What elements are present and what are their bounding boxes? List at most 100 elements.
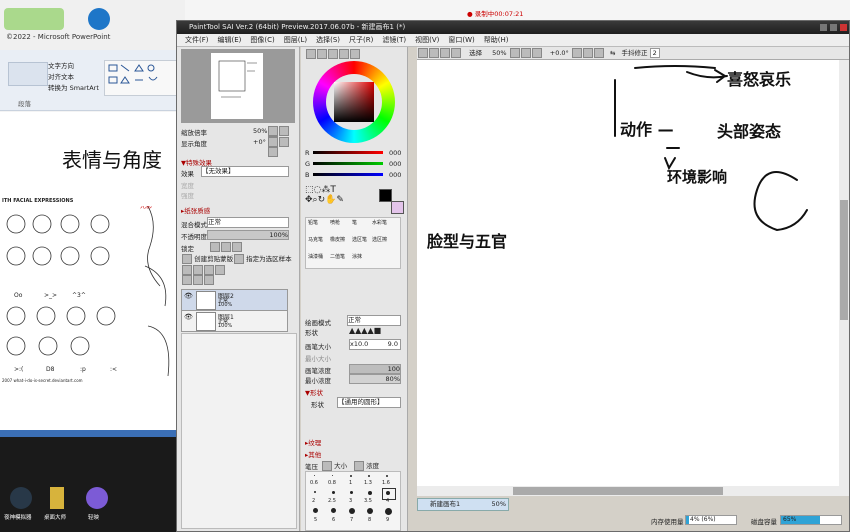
delete-layer-button[interactable] [204, 275, 214, 285]
desktop-icon[interactable] [50, 487, 64, 509]
title-bar[interactable]: PaintTool SAI Ver.2 (64bit) Preview.2017… [177, 21, 849, 34]
size-preset-dot[interactable] [350, 475, 352, 477]
paint-mode-select[interactable]: 正常 [347, 315, 401, 326]
color-wheel-tab[interactable] [306, 49, 316, 59]
shape-type-select[interactable]: 【通用的圆形】 [337, 397, 401, 408]
transfer-down-button[interactable] [215, 265, 225, 275]
toolbar-zoom-out-button[interactable] [509, 48, 520, 58]
shape-section-title[interactable]: ▼形状 [305, 387, 323, 397]
clip-mask-checkbox[interactable] [182, 254, 192, 264]
rotation-field[interactable]: +0.0° [550, 49, 569, 57]
rgb-slider-tab[interactable] [317, 49, 327, 59]
saturation-value-square[interactable] [334, 82, 374, 122]
min-density-slider[interactable]: 80% [349, 374, 401, 384]
select-tool-icon[interactable]: ⬚ [305, 185, 314, 195]
layer-row-1[interactable]: 👁 图层1 正常 100% [181, 310, 288, 332]
clip-mask-option[interactable]: 创建剪贴蒙版 [181, 253, 233, 264]
tool-selection-pen[interactable]: 选区笔 [352, 236, 367, 243]
menu-select[interactable]: 选择(S) [316, 36, 340, 44]
ribbon-text-direction[interactable]: 文字方向 [48, 60, 74, 70]
tool-blur[interactable]: 涂抹 [352, 253, 362, 260]
ribbon-smartart[interactable]: 转换为 SmartArt [48, 82, 99, 92]
new-linework-layer-button[interactable] [193, 265, 203, 275]
zoom-in-button[interactable] [279, 126, 289, 136]
text-tool-icon[interactable]: T [330, 185, 336, 195]
new-layer-button[interactable] [182, 265, 192, 275]
lock-move-checkbox[interactable] [221, 242, 231, 252]
tool-binary-pen[interactable]: 二值笔 [330, 253, 345, 260]
menu-filter[interactable]: 滤镜(T) [382, 36, 406, 44]
effect-select[interactable]: 【无效果】 [201, 166, 289, 177]
menu-ruler[interactable]: 尺子(R) [349, 36, 373, 44]
red-slider[interactable] [313, 151, 383, 154]
tool-airbrush[interactable]: 喷枪 [330, 219, 340, 226]
toolbar-zoom-reset-button[interactable] [531, 48, 542, 58]
brush-density-slider[interactable]: 100 [349, 364, 401, 374]
menu-window[interactable]: 窗口(W) [448, 36, 474, 44]
pressure-size-checkbox[interactable] [322, 461, 332, 471]
scratchpad-tab[interactable] [350, 49, 360, 59]
minimize-button[interactable] [820, 24, 827, 31]
size-preset-dot[interactable] [349, 508, 355, 514]
layer-row-2[interactable]: 👁 图层2 正常 100% [181, 289, 288, 311]
texture-section-title[interactable]: ▸纹理 [305, 437, 321, 447]
zoom-field[interactable]: 50% [492, 49, 506, 57]
rotate-ccw-button[interactable] [571, 48, 582, 58]
ribbon-shapes-gallery[interactable] [104, 60, 184, 96]
size-preset-dot[interactable] [331, 508, 336, 513]
undo-button[interactable] [418, 48, 428, 58]
color-wheel[interactable] [313, 61, 395, 143]
pressure-density-checkbox[interactable] [354, 461, 364, 471]
swatches-tab[interactable] [339, 49, 349, 59]
size-preset-dot[interactable] [385, 508, 392, 515]
ribbon-align-text[interactable]: 对齐文本 [48, 71, 74, 81]
layer-list-empty-area[interactable] [181, 333, 297, 529]
size-preset-dot[interactable] [332, 475, 333, 476]
eye-icon[interactable]: 👁 [184, 313, 193, 321]
selection-toggle-label[interactable]: 选择 [469, 49, 482, 57]
menu-image[interactable]: 图像(C) [250, 36, 274, 44]
maximize-button[interactable] [830, 24, 837, 31]
lock-pixels-checkbox[interactable] [210, 242, 220, 252]
rotate-reset-button[interactable] [268, 147, 278, 157]
size-preset-dot[interactable] [314, 475, 315, 476]
rotate-tool-icon[interactable]: ↻ [318, 195, 326, 205]
toolbar-zoom-in-button[interactable] [520, 48, 531, 58]
size-preset-dot[interactable] [368, 491, 372, 495]
redo-button[interactable] [429, 48, 439, 58]
other-section-title[interactable]: ▸其他 [305, 449, 321, 459]
menu-edit[interactable]: 编辑(E) [218, 36, 242, 44]
deselect-button[interactable] [440, 48, 450, 58]
tool-bucket[interactable]: 油漆桶 [308, 253, 323, 260]
navigator-preview[interactable] [181, 49, 295, 123]
drawing-canvas[interactable]: 喜怒哀乐 动作 — 头部姿态 环境影响 脸型与五官 [417, 60, 839, 486]
vertical-scroll-thumb[interactable] [840, 200, 848, 320]
rotate-cw-button[interactable] [582, 48, 593, 58]
brush-tip-shapes[interactable]: ▲▲▲▲■ [349, 327, 381, 335]
menu-file[interactable]: 文件(F) [185, 36, 209, 44]
size-preset-dot[interactable] [332, 491, 335, 494]
vertical-scrollbar[interactable] [839, 60, 849, 486]
close-button[interactable] [840, 24, 847, 31]
eye-icon[interactable]: 👁 [184, 292, 193, 300]
texture-title[interactable]: ▸纸张质感 [181, 205, 210, 215]
rotate-left-button[interactable] [268, 137, 278, 147]
blue-slider[interactable] [313, 173, 383, 176]
document-tab[interactable]: 新建画布1 50% [417, 498, 509, 511]
selection-source-checkbox[interactable] [234, 254, 244, 264]
size-preset-dot[interactable] [367, 508, 373, 514]
menu-layer[interactable]: 图层(L) [284, 36, 307, 44]
horizontal-scrollbar[interactable] [417, 486, 849, 496]
tool-watercolor[interactable]: 水彩笔 [372, 219, 387, 226]
size-preset-dot[interactable] [386, 475, 388, 477]
tool-brush[interactable]: 笔 [352, 219, 357, 226]
hsv-slider-tab[interactable] [328, 49, 338, 59]
size-preset-dot[interactable] [368, 475, 370, 477]
ribbon-list-group[interactable] [8, 62, 48, 86]
nox-icon[interactable] [10, 487, 32, 509]
invert-selection-button[interactable] [451, 48, 461, 58]
hand-tool-icon[interactable]: ✋ [325, 195, 336, 205]
rotate-reset-toolbar-button[interactable] [593, 48, 604, 58]
menu-help[interactable]: 帮助(H) [484, 36, 509, 44]
move-tool-icon[interactable]: ✥ [305, 195, 313, 205]
